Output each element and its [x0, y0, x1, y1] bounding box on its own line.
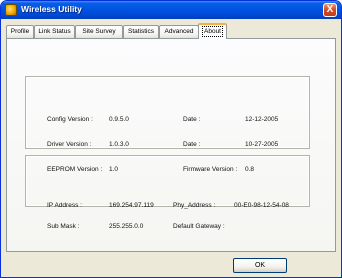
tab-profile[interactable]: Profile — [6, 25, 34, 38]
config-date-label: Date : — [183, 116, 201, 123]
tab-site-survey[interactable]: Site Survey — [75, 25, 123, 38]
firmware-version-label: Firmware Version : — [183, 166, 238, 173]
driver-version-value: 1.0.3.0 — [109, 141, 129, 148]
phy-address-value: 00-E0-98-12-54-08 — [234, 202, 289, 209]
wireless-utility-window: Wireless Utility X Profile Link Status S… — [0, 0, 342, 278]
default-gateway-label: Default Gateway : — [173, 223, 225, 230]
firmware-version-value: 0.8 — [245, 166, 255, 173]
driver-version-label: Driver Version : — [47, 141, 92, 148]
tab-statistics[interactable]: Statistics — [123, 25, 159, 38]
version-info-group — [25, 76, 310, 149]
ip-address-label: IP Address : — [47, 202, 82, 209]
phy-address-label: Phy_Address : — [173, 202, 216, 209]
driver-date-value: 10-27-2005 — [245, 141, 279, 148]
sub-mask-label: Sub Mask : — [47, 223, 80, 230]
driver-date-label: Date : — [183, 141, 201, 148]
config-version-value: 0.9.5.0 — [109, 116, 129, 123]
app-icon — [5, 4, 17, 16]
config-version-label: Config Version : — [47, 116, 93, 123]
tab-link-status[interactable]: Link Status — [34, 25, 75, 38]
config-date-value: 12-12-2005 — [245, 116, 279, 123]
eeprom-version-label: EEPROM Version : — [47, 166, 103, 173]
tab-advanced[interactable]: Advanced — [159, 25, 199, 38]
sub-mask-value: 255.255.0.0 — [109, 223, 144, 230]
tab-about[interactable]: About — [198, 23, 227, 39]
eeprom-version-value: 1.0 — [109, 166, 119, 173]
window-title: Wireless Utility — [21, 4, 82, 14]
close-button[interactable]: X — [323, 3, 337, 17]
network-info-group — [25, 155, 310, 207]
ip-address-value: 169.254.97.119 — [109, 202, 154, 209]
title-bar[interactable]: Wireless Utility X — [1, 1, 341, 19]
ok-button[interactable]: OK — [233, 258, 287, 273]
